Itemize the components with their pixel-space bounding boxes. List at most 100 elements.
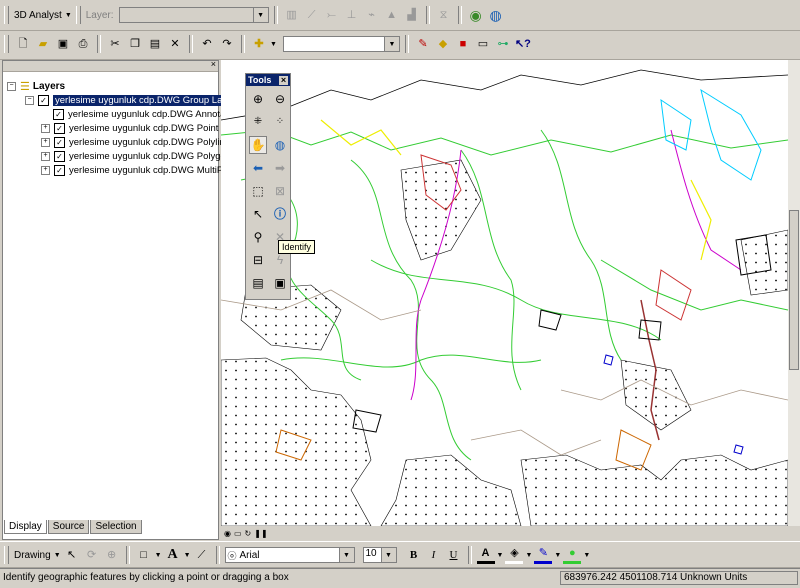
identify-icon[interactable]: ⓘ <box>271 205 289 223</box>
layer-row[interactable]: ✓ yerlesime uygunluk cdp.DWG Annotatio <box>53 107 235 121</box>
layers-root[interactable]: − ☰ Layers <box>7 79 65 93</box>
open-folder-icon[interactable]: ▰ <box>34 35 52 53</box>
rotate-icon[interactable]: ⟳ <box>83 546 101 564</box>
layer-visibility-checkbox[interactable]: ✓ <box>54 164 65 176</box>
fill-color-icon[interactable]: ◈ <box>505 546 524 564</box>
map-scale-combo[interactable]: ▼ <box>282 36 400 52</box>
clear-selection-icon[interactable]: ⊠ <box>271 182 289 200</box>
full-extent-icon[interactable]: ◍ <box>271 136 289 154</box>
arctoolbox-icon[interactable]: ■ <box>454 35 472 53</box>
chevron-down-icon[interactable]: ▼ <box>525 552 532 559</box>
editor-toolbar-icon[interactable]: ✎ <box>414 35 432 53</box>
zoom-to-selected-icon[interactable]: ⊕ <box>103 546 121 564</box>
command-line-icon[interactable]: ▭ <box>474 35 492 53</box>
cut-icon[interactable]: ✂ <box>106 35 124 53</box>
arcglobe-icon[interactable]: ◍ <box>487 6 505 24</box>
chevron-down-icon[interactable]: ▼ <box>497 552 504 559</box>
map-canvas[interactable] <box>221 60 788 526</box>
time-slider-icon[interactable]: ▣ <box>271 274 289 292</box>
pause-drawing-icon[interactable]: ❚❚ <box>254 529 267 538</box>
delete-icon[interactable]: ✕ <box>166 35 184 53</box>
zoom-out-icon[interactable]: ⊖ <box>271 90 289 108</box>
new-text-icon[interactable]: A <box>164 546 182 564</box>
expand-icon[interactable]: + <box>41 151 50 161</box>
forward-extent-icon[interactable]: ➡ <box>271 159 289 177</box>
close-icon[interactable]: × <box>211 59 216 69</box>
layer-visibility-checkbox[interactable]: ✓ <box>53 108 64 120</box>
chevron-down-icon[interactable]: ▼ <box>554 552 561 559</box>
line-of-sight-icon[interactable]: ⟋ <box>303 6 321 24</box>
measure-icon[interactable]: ⊟ <box>249 251 267 269</box>
underline-button[interactable]: U <box>445 546 463 564</box>
copy-icon[interactable]: ❐ <box>126 35 144 53</box>
expand-icon[interactable]: + <box>41 137 50 147</box>
expand-icon[interactable]: + <box>41 165 50 175</box>
interpolate-line-icon[interactable]: ⌁ <box>363 6 381 24</box>
select-elements-icon[interactable]: ↖ <box>63 546 81 564</box>
collapse-icon[interactable]: − <box>7 81 16 91</box>
layer-visibility-checkbox[interactable]: ✓ <box>54 122 65 134</box>
group-layer-label[interactable]: yerlesime uygunluk cdp.DWG Group Layer <box>53 94 238 106</box>
interpolate-polygon-icon[interactable]: ▟ <box>403 6 421 24</box>
rectangle-icon[interactable]: □ <box>135 546 153 564</box>
arcscene-icon[interactable]: ◉ <box>467 6 485 24</box>
chevron-down-icon[interactable]: ▼ <box>184 552 191 559</box>
italic-button[interactable]: I <box>425 546 443 564</box>
new-document-icon[interactable]: 🗋 <box>14 35 32 53</box>
scrollbar-thumb[interactable] <box>789 210 799 370</box>
map-vertical-scrollbar[interactable] <box>788 60 800 526</box>
tools-title-bar[interactable]: Tools × <box>246 74 290 86</box>
tab-display[interactable]: Display <box>4 520 47 534</box>
layer-row[interactable]: + ✓ yerlesime uygunluk cdp.DWG MultiPatc <box>41 163 236 177</box>
zoom-in-icon[interactable]: ⊕ <box>249 90 267 108</box>
print-icon[interactable]: ⎙ <box>74 35 92 53</box>
toolbar-grip[interactable] <box>4 6 9 24</box>
back-extent-icon[interactable]: ⬅ <box>249 159 267 177</box>
toolbar-grip[interactable] <box>4 546 9 564</box>
drawing-menu[interactable]: Drawing ▼ <box>14 550 61 561</box>
edit-vertices-icon[interactable]: ⟋ <box>193 546 211 564</box>
tab-selection[interactable]: Selection <box>90 520 142 534</box>
html-popup-icon[interactable]: ▤ <box>249 274 267 292</box>
bold-button[interactable]: B <box>405 546 423 564</box>
layer-row[interactable]: + ✓ yerlesime uygunluk cdp.DWG Point <box>41 121 218 135</box>
layer-label[interactable]: yerlesime uygunluk cdp.DWG Annotatio <box>68 109 235 120</box>
arccatalog-icon[interactable]: ◆ <box>434 35 452 53</box>
undo-icon[interactable]: ↶ <box>198 35 216 53</box>
layer-label[interactable]: yerlesime uygunluk cdp.DWG Polygon <box>69 151 231 162</box>
chevron-down-icon[interactable]: ▼ <box>270 41 277 48</box>
group-layer-row[interactable]: − ✓ yerlesime uygunluk cdp.DWG Group Lay… <box>25 93 238 107</box>
layer-visibility-checkbox[interactable]: ✓ <box>54 150 65 162</box>
chevron-down-icon[interactable]: ▼ <box>155 552 162 559</box>
layer-label[interactable]: yerlesime uygunluk cdp.DWG Point <box>69 123 218 134</box>
toolbar-grip[interactable] <box>4 35 9 53</box>
chevron-down-icon[interactable]: ▼ <box>583 552 590 559</box>
interactive-contour-icon[interactable]: ▥ <box>283 6 301 24</box>
layer-label[interactable]: yerlesime uygunluk cdp.DWG Polyline <box>69 137 230 148</box>
modelbuilder-icon[interactable]: ⊶ <box>494 35 512 53</box>
tab-source[interactable]: Source <box>47 520 90 534</box>
steepest-path-icon[interactable]: ⤚ <box>323 6 341 24</box>
profile-graph-icon[interactable]: ⧖ <box>435 6 453 24</box>
layout-view-icon[interactable]: ▭ <box>234 529 242 538</box>
layer-row[interactable]: + ✓ yerlesime uygunluk cdp.DWG Polyline <box>41 135 230 149</box>
select-elements-icon[interactable]: ↖ <box>249 205 267 223</box>
select-features-icon[interactable]: ⬚ <box>249 182 267 200</box>
contour-icon[interactable]: ⊥ <box>343 6 361 24</box>
layer-combo[interactable]: ▼ <box>118 7 269 23</box>
find-icon[interactable]: ⚲ <box>249 228 267 246</box>
map-display[interactable] <box>221 60 788 526</box>
close-icon[interactable]: × <box>279 75 288 85</box>
layer-visibility-checkbox[interactable]: ✓ <box>38 94 49 106</box>
line-color-icon[interactable]: ✎ <box>534 546 553 564</box>
fixed-zoom-in-icon[interactable]: ⁜ <box>249 113 267 131</box>
layer-label[interactable]: yerlesime uygunluk cdp.DWG MultiPatc <box>69 165 236 176</box>
interpolate-point-icon[interactable]: ▲ <box>383 6 401 24</box>
layer-visibility-checkbox[interactable]: ✓ <box>54 136 65 148</box>
marker-color-icon[interactable]: ● <box>563 546 582 564</box>
font-size-combo[interactable]: 10 ▼ <box>362 547 397 563</box>
save-icon[interactable]: ▣ <box>54 35 72 53</box>
layer-row[interactable]: + ✓ yerlesime uygunluk cdp.DWG Polygon <box>41 149 231 163</box>
redo-icon[interactable]: ↷ <box>218 35 236 53</box>
pan-icon[interactable]: ✋ <box>249 136 267 154</box>
